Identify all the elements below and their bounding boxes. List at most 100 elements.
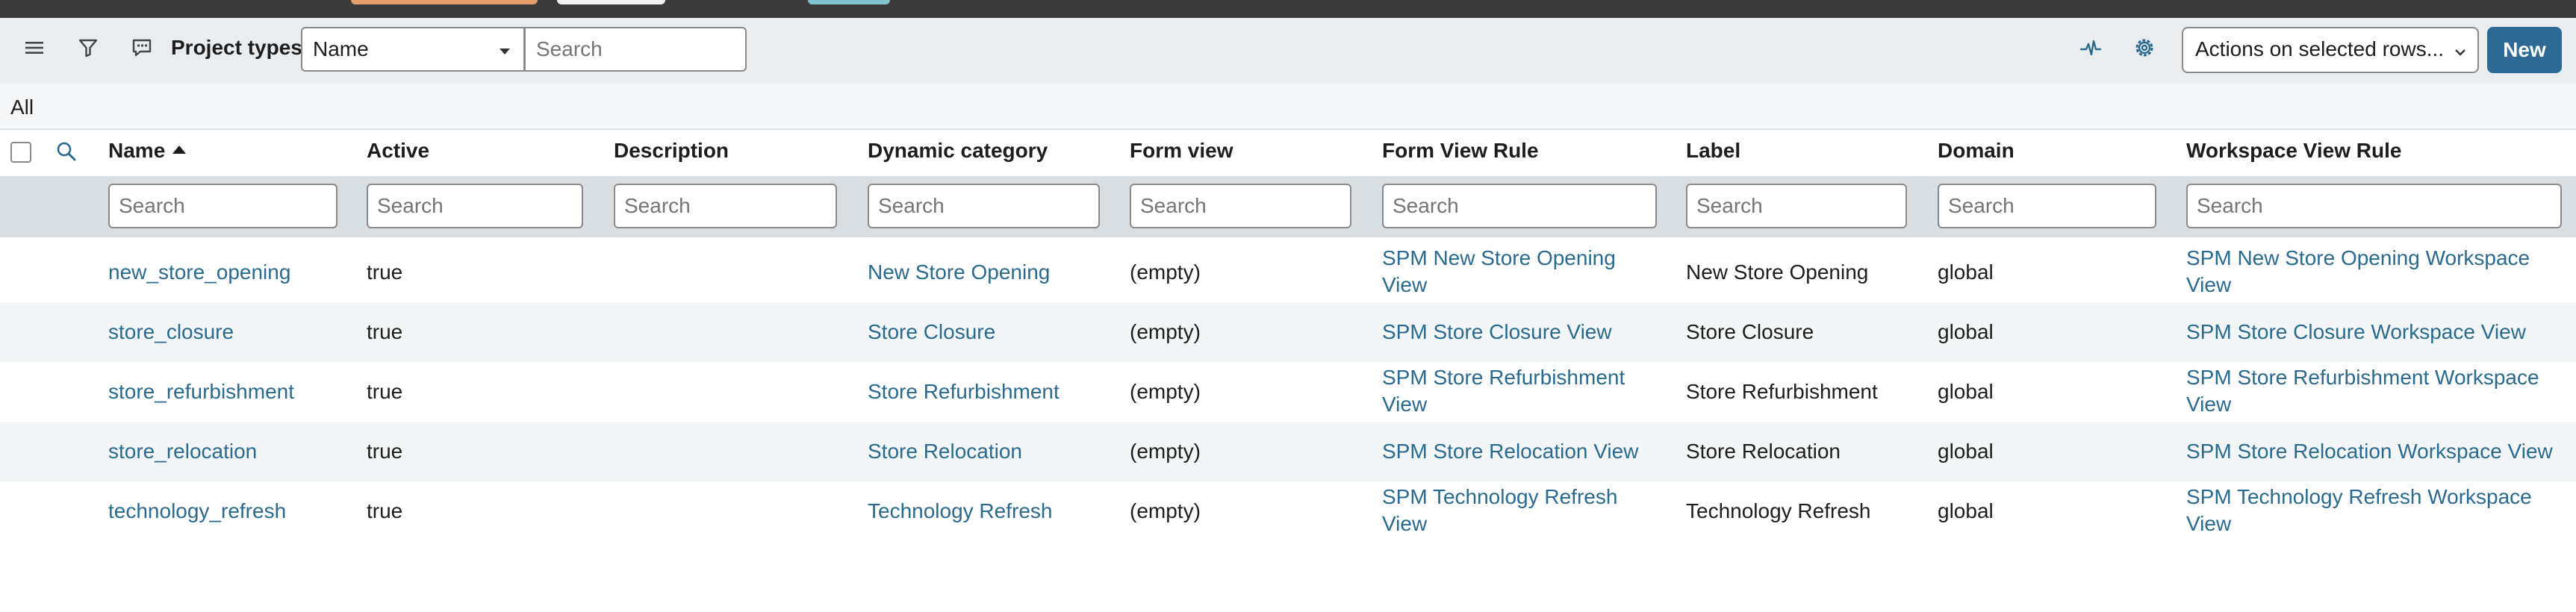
- list-search-input[interactable]: [524, 27, 747, 72]
- cell-line: SPM New Store Opening: [1382, 246, 1616, 269]
- pulse-icon[interactable]: [2076, 33, 2106, 63]
- table-row: technology_refresh true Technology Refre…: [0, 481, 2576, 541]
- cell-domain: global: [1938, 440, 1994, 463]
- column-header-description[interactable]: Description: [614, 139, 729, 163]
- cell-line: SPM Store Refurbishment Workspace: [2186, 366, 2539, 389]
- cell-line: View: [2186, 273, 2232, 296]
- cell-form-view: (empty): [1130, 380, 1201, 403]
- filter-input-name[interactable]: [108, 184, 337, 228]
- filter-input-label[interactable]: [1686, 184, 1907, 228]
- cell-dynamic-category[interactable]: Technology Refresh: [868, 498, 1052, 525]
- cell-line: SPM Technology Refresh Workspace: [2186, 485, 2532, 508]
- select-all-checkbox[interactable]: [10, 142, 31, 163]
- cell-domain: global: [1938, 380, 1994, 403]
- cell-name[interactable]: new_store_opening: [108, 259, 290, 286]
- cell-label: Store Refurbishment: [1686, 380, 1878, 403]
- cell-form-view-rule[interactable]: SPM Store Closure View: [1382, 319, 1612, 346]
- search-field-value: Name: [313, 37, 369, 60]
- funnel-icon[interactable]: [73, 33, 103, 63]
- top-strip: [0, 0, 2576, 18]
- cell-dynamic-category[interactable]: New Store Opening: [868, 259, 1050, 286]
- table-row: new_store_opening true New Store Opening…: [0, 243, 2576, 302]
- cell-line: SPM New Store Opening Workspace: [2186, 246, 2530, 269]
- actions-select[interactable]: Actions on selected rows...: [2182, 27, 2479, 73]
- search-icon[interactable]: [55, 140, 78, 166]
- comment-icon[interactable]: [127, 33, 157, 63]
- cell-name[interactable]: store_relocation: [108, 438, 257, 465]
- actions-select-label: Actions on selected rows...: [2195, 37, 2445, 60]
- column-header-workspace-view-rule[interactable]: Workspace View Rule: [2186, 139, 2401, 163]
- cell-form-view: (empty): [1130, 320, 1201, 343]
- top-strip-tab: [351, 0, 538, 4]
- column-header-row: Name Active Description Dynamic category…: [0, 130, 2576, 176]
- gear-icon[interactable]: [2129, 33, 2159, 63]
- cell-form-view-rule[interactable]: SPM Technology Refresh View: [1382, 484, 1617, 537]
- cell-line: SPM Store Refurbishment: [1382, 366, 1625, 389]
- column-header-label[interactable]: Label: [1686, 139, 1740, 163]
- cell-dynamic-category[interactable]: Store Closure: [868, 319, 995, 346]
- cell-form-view: (empty): [1130, 499, 1201, 522]
- column-header-label: Name: [108, 139, 166, 162]
- cell-workspace-view-rule[interactable]: SPM Store Closure Workspace View: [2186, 319, 2526, 346]
- cell-active: true: [367, 320, 403, 343]
- cell-name[interactable]: technology_refresh: [108, 498, 286, 525]
- filter-input-domain[interactable]: [1938, 184, 2156, 228]
- table-row: store_refurbishment true Store Refurbish…: [0, 362, 2576, 422]
- cell-form-view-rule[interactable]: SPM Store Relocation View: [1382, 438, 1638, 465]
- cell-workspace-view-rule[interactable]: SPM Technology Refresh Workspace View: [2186, 484, 2532, 537]
- new-button[interactable]: New: [2487, 27, 2562, 73]
- table-row: store_relocation true Store Relocation (…: [0, 422, 2576, 481]
- cell-label: Store Relocation: [1686, 440, 1841, 463]
- cell-line: View: [1382, 273, 1428, 296]
- top-strip-tab: [557, 0, 665, 4]
- hamburger-icon[interactable]: [19, 33, 49, 63]
- search-field-select[interactable]: Name: [301, 27, 525, 72]
- cell-label: Store Closure: [1686, 320, 1814, 343]
- cell-form-view-rule[interactable]: SPM New Store Opening View: [1382, 245, 1616, 299]
- sort-ascending-icon: [172, 146, 187, 154]
- cell-workspace-view-rule[interactable]: SPM Store Refurbishment Workspace View: [2186, 364, 2539, 418]
- cell-label: Technology Refresh: [1686, 499, 1871, 522]
- breadcrumb-all[interactable]: All: [10, 96, 34, 119]
- cell-name[interactable]: store_closure: [108, 319, 234, 346]
- cell-dynamic-category[interactable]: Store Refurbishment: [868, 378, 1060, 405]
- cell-domain: global: [1938, 320, 1994, 343]
- cell-active: true: [367, 440, 403, 463]
- column-header-domain[interactable]: Domain: [1938, 139, 2015, 163]
- cell-workspace-view-rule[interactable]: SPM New Store Opening Workspace View: [2186, 245, 2530, 299]
- list-title: Project types: [171, 36, 302, 59]
- cell-form-view: (empty): [1130, 260, 1201, 284]
- filter-input-dynamic-category[interactable]: [868, 184, 1100, 228]
- cell-domain: global: [1938, 499, 1994, 522]
- cell-active: true: [367, 380, 403, 403]
- cell-form-view: (empty): [1130, 440, 1201, 463]
- column-header-name[interactable]: Name: [108, 139, 187, 163]
- caret-down-icon: [500, 49, 510, 54]
- cell-line: SPM Technology Refresh: [1382, 485, 1618, 508]
- column-header-form-view[interactable]: Form view: [1130, 139, 1233, 163]
- cell-active: true: [367, 260, 403, 284]
- cell-label: New Store Opening: [1686, 260, 1869, 284]
- cell-line: View: [1382, 393, 1428, 416]
- cell-line: View: [2186, 393, 2232, 416]
- cell-line: View: [1382, 512, 1428, 535]
- filter-input-workspace-view-rule[interactable]: [2186, 184, 2562, 228]
- column-header-dynamic-category[interactable]: Dynamic category: [868, 139, 1048, 163]
- cell-domain: global: [1938, 260, 1994, 284]
- filter-input-form-view[interactable]: [1130, 184, 1351, 228]
- cell-workspace-view-rule[interactable]: SPM Store Relocation Workspace View: [2186, 438, 2553, 465]
- column-filter-row: [0, 176, 2576, 237]
- filter-input-form-view-rule[interactable]: [1382, 184, 1657, 228]
- breadcrumb-bar: All: [0, 84, 2576, 130]
- cell-active: true: [367, 499, 403, 522]
- chevron-down-icon: [2452, 42, 2468, 66]
- top-strip-tab: [808, 0, 890, 4]
- column-header-form-view-rule[interactable]: Form View Rule: [1382, 139, 1539, 163]
- filter-input-active[interactable]: [367, 184, 583, 228]
- filter-input-description[interactable]: [614, 184, 837, 228]
- cell-name[interactable]: store_refurbishment: [108, 378, 294, 405]
- cell-form-view-rule[interactable]: SPM Store Refurbishment View: [1382, 364, 1625, 418]
- column-header-active[interactable]: Active: [367, 139, 429, 163]
- table-row: store_closure true Store Closure (empty)…: [0, 302, 2576, 362]
- cell-dynamic-category[interactable]: Store Relocation: [868, 438, 1022, 465]
